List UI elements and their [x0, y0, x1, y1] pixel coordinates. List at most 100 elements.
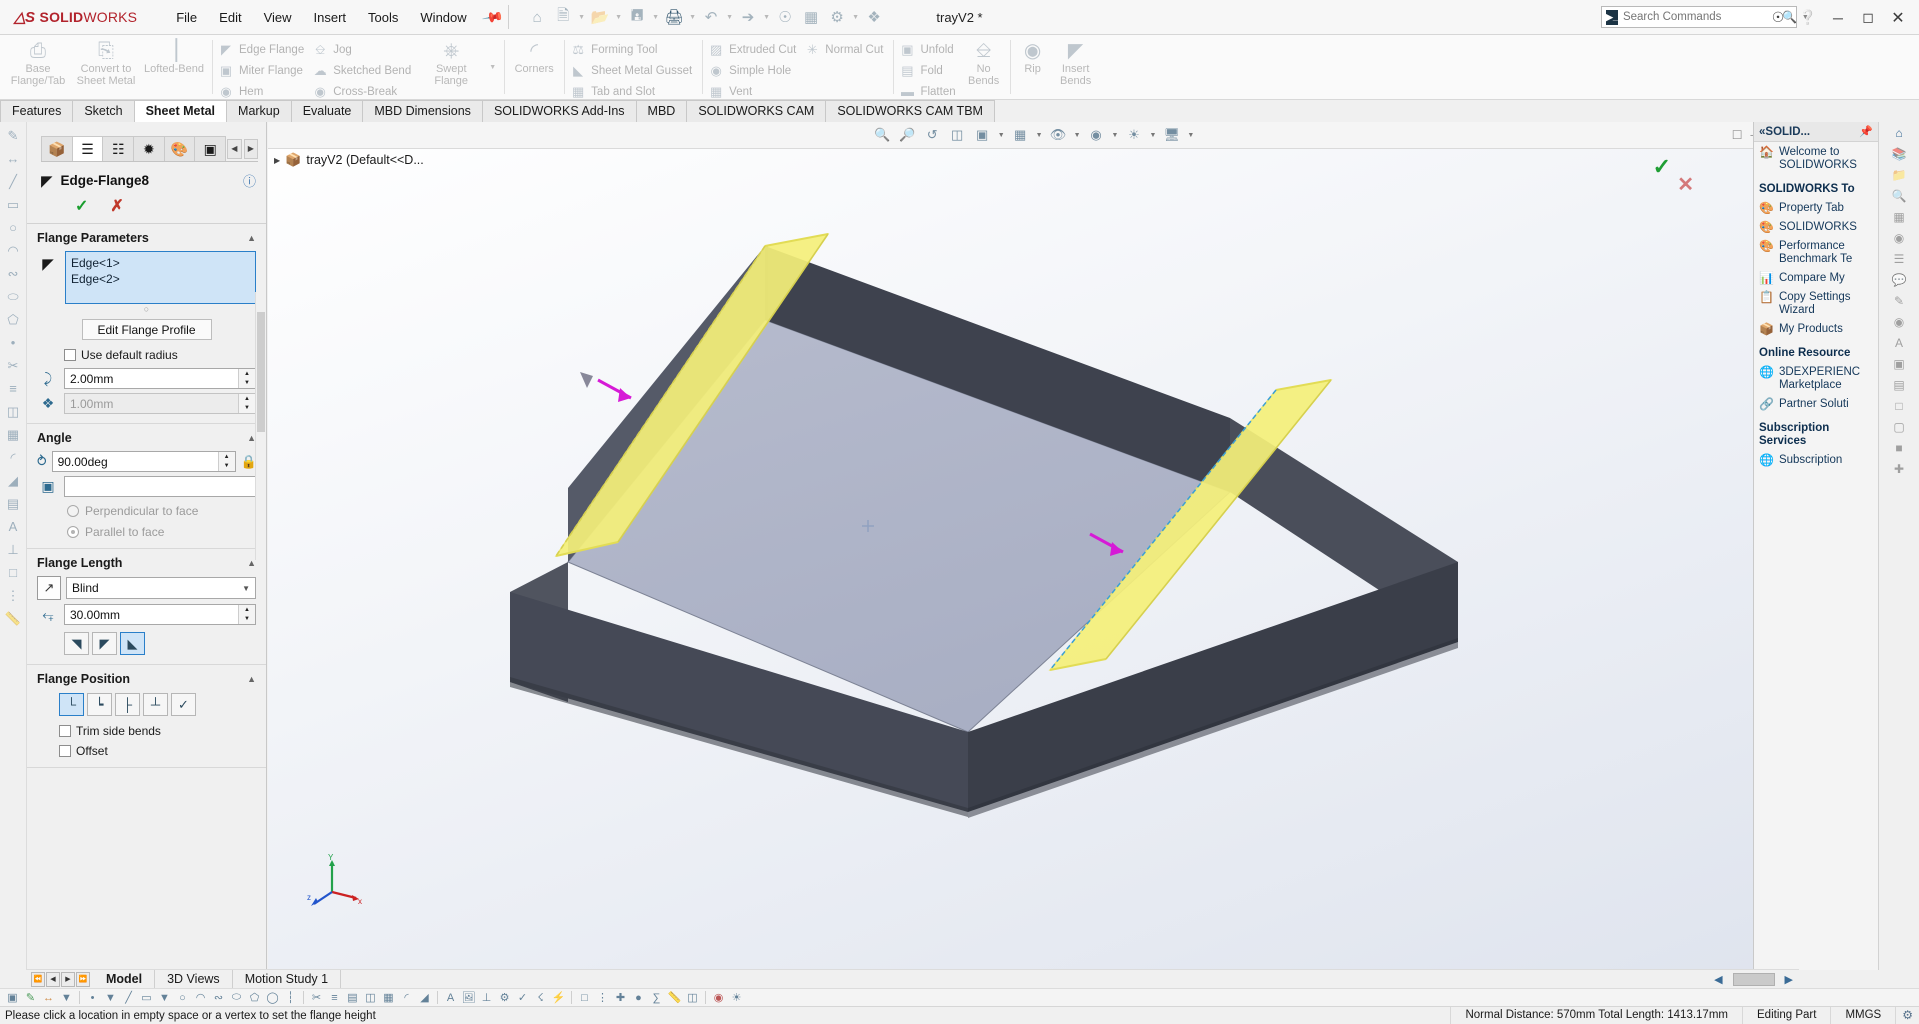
copy-settings-wizard-item[interactable]: 📋 Copy Settings Wizard: [1754, 287, 1878, 319]
parallel-to-face-radio[interactable]: [67, 526, 79, 538]
chamfer-tool-icon[interactable]: ◢: [8, 473, 18, 492]
appearance-tool-icon[interactable]: ◉: [710, 991, 727, 1004]
fold-button[interactable]: ▤ Fold: [897, 60, 961, 81]
bend-radius-down-icon[interactable]: ▼: [239, 379, 255, 389]
collapse-chevron-icon[interactable]: ▲: [247, 233, 256, 243]
corners-button[interactable]: ◜ Corners: [508, 37, 560, 75]
trim-side-bends-row[interactable]: Trim side bends: [59, 724, 256, 738]
point-icon[interactable]: •: [84, 992, 101, 1004]
search-icon[interactable]: 🔍: [1892, 189, 1907, 207]
flange-angle-down-icon[interactable]: ▼: [219, 462, 235, 472]
sheet-metal-gusset-button[interactable]: ◣ Sheet Metal Gusset: [568, 60, 698, 81]
bend-radius-arrows[interactable]: ▲ ▼: [238, 369, 255, 388]
material-inside-icon[interactable]: └: [59, 693, 84, 716]
ellipse-tool-icon[interactable]: ⬭: [7, 289, 18, 308]
print-icon[interactable]: 🖨: [661, 4, 687, 30]
sketched-bend-button[interactable]: ☁ Sketched Bend: [310, 60, 417, 81]
trim-icon[interactable]: ✂: [308, 991, 325, 1004]
dimxpert-manager-tab[interactable]: ✹: [133, 136, 165, 161]
display-manager-tab[interactable]: 🎨: [163, 136, 196, 161]
menu-item-view[interactable]: View: [253, 5, 303, 30]
scrollbar-thumb-horizontal[interactable]: [1732, 972, 1775, 986]
marketplace-item[interactable]: 🌐 3DEXPERIENC Marketplace: [1754, 362, 1878, 394]
use-default-radius-checkbox[interactable]: [64, 349, 76, 361]
gap-distance-arrows[interactable]: ▲ ▼: [238, 394, 255, 413]
plane-tool-icon[interactable]: □: [9, 565, 17, 584]
rectangle-caret-icon[interactable]: ▼: [156, 992, 173, 1004]
part-view-icon[interactable]: ▣: [4, 991, 21, 1004]
spline-icon[interactable]: ∾: [210, 991, 227, 1004]
first-icon[interactable]: ⏪: [31, 971, 45, 987]
select-icon[interactable]: ➔: [735, 4, 761, 30]
home-icon[interactable]: ⌂: [524, 4, 550, 30]
sensors-icon[interactable]: ◉: [1894, 315, 1904, 333]
cross-break-button[interactable]: ◉ Cross-Break: [310, 81, 417, 102]
tab-solidworks-cam[interactable]: SOLIDWORKS CAM: [686, 100, 827, 122]
solidworks-rx-item[interactable]: 🎨 SOLIDWORKS: [1754, 217, 1878, 236]
right-plane-icon[interactable]: ■: [1895, 441, 1902, 459]
inner-virtual-sharp-icon[interactable]: ◤: [92, 632, 117, 655]
origin-icon[interactable]: ✚: [1894, 462, 1904, 480]
fillet-icon[interactable]: ◜: [398, 991, 415, 1004]
scroll-right-icon[interactable]: ▶: [1785, 973, 1793, 986]
cancel-x-icon[interactable]: ✗: [110, 196, 123, 216]
tab-mbd-dimensions[interactable]: MBD Dimensions: [362, 100, 483, 122]
vent-button[interactable]: ▦ Vent: [706, 81, 802, 102]
line-tool-icon[interactable]: ╱: [9, 174, 17, 193]
gap-distance-up-icon[interactable]: ▲: [239, 394, 255, 404]
forming-tool-button[interactable]: ⚖ Forming Tool: [568, 39, 698, 60]
flange-length-spinner[interactable]: ▲ ▼: [64, 604, 256, 625]
dimension-caret-icon[interactable]: ▼: [58, 992, 75, 1004]
fillet-tool-icon[interactable]: ◜: [10, 450, 15, 469]
scene-tool-icon[interactable]: ☀: [728, 991, 745, 1004]
menu-item-file[interactable]: File: [165, 5, 208, 30]
cam-manager-tab[interactable]: ▣: [194, 136, 227, 161]
rip-button[interactable]: ◉ Rip: [1014, 37, 1052, 75]
quick-snaps-icon[interactable]: ☇: [532, 991, 549, 1004]
tab-and-slot-button[interactable]: ▦ Tab and Slot: [568, 81, 698, 102]
insert-bends-button[interactable]: ◤ Insert Bends: [1052, 37, 1100, 87]
material-icon[interactable]: ▤: [1893, 378, 1904, 396]
restore-icon[interactable]: ◻: [1853, 0, 1883, 35]
offset-tool-icon[interactable]: ≡: [9, 381, 17, 400]
tab-sheet-metal[interactable]: Sheet Metal: [133, 100, 228, 122]
subscription-item[interactable]: 🌐 Subscription: [1754, 450, 1878, 469]
tangent-to-bend-icon[interactable]: ✓: [171, 693, 196, 716]
new-document-caret-icon[interactable]: ▼: [576, 4, 587, 30]
welcome-item[interactable]: 🏠 Welcome to SOLIDWORKS: [1754, 142, 1878, 174]
tab-features[interactable]: Features: [0, 100, 74, 122]
bend-outside-icon[interactable]: ├: [115, 693, 140, 716]
bottom-tab-3d-views[interactable]: 3D Views: [155, 970, 233, 988]
measure-icon[interactable]: 📏: [666, 991, 683, 1004]
polygon-tool-icon[interactable]: ⬠: [7, 312, 18, 331]
mirror-icon[interactable]: ◫: [362, 991, 379, 1004]
flange-length-arrows[interactable]: ▲ ▼: [238, 605, 255, 624]
normal-cut-button[interactable]: ✳ Normal Cut: [802, 39, 889, 60]
outer-virtual-sharp-icon[interactable]: ◥: [64, 632, 89, 655]
text-icon[interactable]: A: [442, 992, 459, 1004]
close-icon[interactable]: ✕: [1883, 0, 1913, 35]
horizontal-scrollbar[interactable]: ◀ ▶: [1714, 972, 1793, 986]
material-outside-icon[interactable]: ┕: [87, 693, 112, 716]
appearances-scenes-icon[interactable]: ◉: [1894, 231, 1904, 249]
rebuild-icon[interactable]: ☉: [772, 4, 798, 30]
pin-icon[interactable]: 📌: [1859, 125, 1873, 138]
pm-tab-next-icon[interactable]: ▶: [243, 138, 259, 159]
tab-sketch[interactable]: Sketch: [72, 100, 135, 122]
offset-icon[interactable]: ≡: [326, 992, 343, 1004]
annotations-icon[interactable]: A: [1895, 336, 1903, 354]
unfold-button[interactable]: ▣ Unfold: [897, 39, 961, 60]
minimize-icon[interactable]: ─: [1823, 0, 1853, 35]
trim-side-bends-checkbox[interactable]: [59, 725, 71, 737]
convert-entities-icon[interactable]: ▤: [344, 991, 361, 1004]
save-icon[interactable]: 🖪: [624, 4, 650, 30]
bend-radius-input[interactable]: [65, 369, 238, 388]
arc-tool-icon[interactable]: ◠: [7, 243, 18, 262]
file-properties-icon[interactable]: ▦: [798, 4, 824, 30]
performance-benchmark-item[interactable]: 🎨 Performance Benchmark Te: [1754, 236, 1878, 268]
save-caret-icon[interactable]: ▼: [650, 4, 661, 30]
flange-position-collapse-chevron-icon[interactable]: ▲: [247, 674, 256, 684]
flange-length-input[interactable]: [65, 605, 238, 624]
undo-icon[interactable]: ↶: [698, 4, 724, 30]
solidworks-resources-icon[interactable]: ⌂: [1895, 126, 1902, 144]
